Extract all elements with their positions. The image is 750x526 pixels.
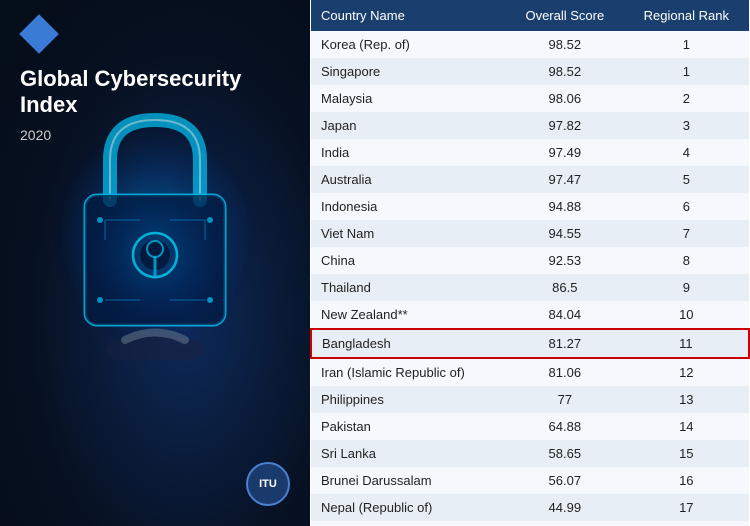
table-row: India97.494 [311,139,749,166]
table-row: Myanmar36.4118 [311,521,749,526]
table-row: Brunei Darussalam56.0716 [311,467,749,494]
cell-score: 77 [506,386,624,413]
table-row: New Zealand**84.0410 [311,301,749,329]
table-row: Indonesia94.886 [311,193,749,220]
rankings-table: Country Name Overall Score Regional Rank… [310,0,750,526]
cell-score: 86.5 [506,274,624,301]
cell-score: 58.65 [506,440,624,467]
cell-country: Australia [311,166,506,193]
cell-rank: 4 [624,139,749,166]
itu-badge: ITU [246,462,290,506]
cell-rank: 11 [624,329,749,358]
table-row: Nepal (Republic of)44.9917 [311,494,749,521]
cell-country: Iran (Islamic Republic of) [311,358,506,386]
cell-score: 56.07 [506,467,624,494]
itu-logo: ITU [246,462,290,506]
cell-rank: 2 [624,85,749,112]
cell-rank: 18 [624,521,749,526]
right-panel: Country Name Overall Score Regional Rank… [310,0,750,526]
table-row: Thailand86.59 [311,274,749,301]
cell-score: 84.04 [506,301,624,329]
table-row: Pakistan64.8814 [311,413,749,440]
col-header-country: Country Name [311,0,506,31]
cell-rank: 10 [624,301,749,329]
col-header-score: Overall Score [506,0,624,31]
cell-country: Philippines [311,386,506,413]
cell-country: New Zealand** [311,301,506,329]
cell-score: 64.88 [506,413,624,440]
table-row: Japan97.823 [311,112,749,139]
table-header-row: Country Name Overall Score Regional Rank [311,0,749,31]
table-row: Australia97.475 [311,166,749,193]
table-row: China92.538 [311,247,749,274]
cell-rank: 9 [624,274,749,301]
cell-country: Nepal (Republic of) [311,494,506,521]
cell-rank: 1 [624,31,749,58]
cell-rank: 8 [624,247,749,274]
cell-score: 92.53 [506,247,624,274]
cell-score: 94.55 [506,220,624,247]
left-panel: Global Cybersecurity Index 2020 ITU [0,0,310,526]
cell-rank: 16 [624,467,749,494]
cell-rank: 3 [624,112,749,139]
cell-country: Bangladesh [311,329,506,358]
report-year: 2020 [20,127,300,143]
cell-rank: 6 [624,193,749,220]
cell-country: Thailand [311,274,506,301]
table-row: Singapore98.521 [311,58,749,85]
cell-rank: 1 [624,58,749,85]
cell-rank: 15 [624,440,749,467]
cell-score: 97.47 [506,166,624,193]
cell-score: 94.88 [506,193,624,220]
cell-country: Myanmar [311,521,506,526]
cell-country: Indonesia [311,193,506,220]
cell-score: 81.06 [506,358,624,386]
cell-country: Singapore [311,58,506,85]
cell-country: Malaysia [311,85,506,112]
diamond-logo [19,14,59,54]
table-row: Philippines7713 [311,386,749,413]
cell-rank: 7 [624,220,749,247]
cell-country: Viet Nam [311,220,506,247]
table-row: Korea (Rep. of)98.521 [311,31,749,58]
col-header-rank: Regional Rank [624,0,749,31]
cell-rank: 13 [624,386,749,413]
cell-country: Korea (Rep. of) [311,31,506,58]
cell-country: Japan [311,112,506,139]
table-row: Malaysia98.062 [311,85,749,112]
table-row: Viet Nam94.557 [311,220,749,247]
left-content: Global Cybersecurity Index 2020 [20,20,300,143]
table-row: Bangladesh81.2711 [311,329,749,358]
cell-rank: 5 [624,166,749,193]
table-row: Iran (Islamic Republic of)81.0612 [311,358,749,386]
cell-score: 36.41 [506,521,624,526]
cell-score: 97.49 [506,139,624,166]
cell-score: 44.99 [506,494,624,521]
itu-label: ITU [259,478,277,490]
cell-country: Pakistan [311,413,506,440]
cell-score: 98.52 [506,31,624,58]
cell-country: Sri Lanka [311,440,506,467]
cell-country: India [311,139,506,166]
cell-score: 81.27 [506,329,624,358]
cell-rank: 17 [624,494,749,521]
cell-rank: 14 [624,413,749,440]
cell-rank: 12 [624,358,749,386]
table-row: Sri Lanka58.6515 [311,440,749,467]
cell-country: China [311,247,506,274]
cell-country: Brunei Darussalam [311,467,506,494]
report-title: Global Cybersecurity Index [20,66,300,119]
cell-score: 98.52 [506,58,624,85]
cell-score: 98.06 [506,85,624,112]
cell-score: 97.82 [506,112,624,139]
